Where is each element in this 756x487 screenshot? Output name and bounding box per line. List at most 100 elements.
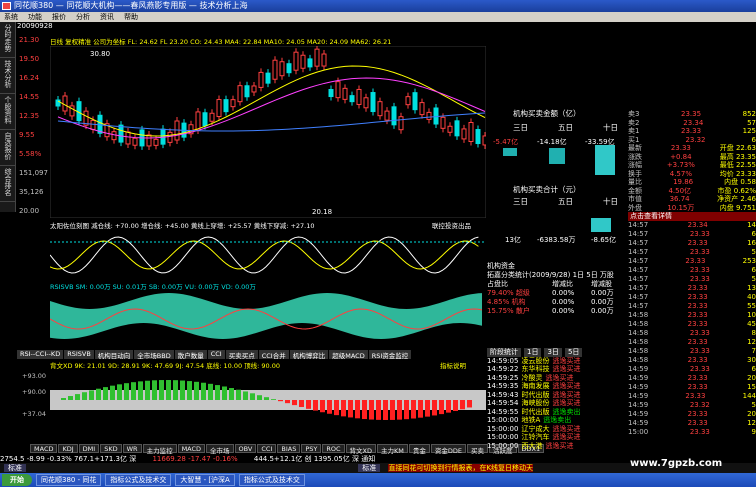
indicator-tab[interactable]: 机构目动向: [94, 350, 134, 360]
menu-item[interactable]: 资讯: [100, 12, 114, 22]
funds-row: 占盘比 增减比 增减股: [487, 280, 627, 289]
candle-body: [244, 85, 250, 98]
alert-row[interactable]: 14:59:22 东华科技 逃逸买进: [487, 365, 627, 374]
bottom-tab[interactable]: 主力KM: [377, 444, 408, 455]
standard-button[interactable]: 标准: [4, 464, 26, 472]
side-tab[interactable]: 分时走势: [0, 22, 16, 58]
bottom-tab[interactable]: 主力监控: [142, 444, 177, 455]
bottom-tab[interactable]: PSY: [301, 444, 322, 453]
alert-cell: 14:59:35: [487, 382, 519, 390]
bottom-tab[interactable]: MACD: [177, 444, 206, 453]
menu-item[interactable]: 帮助: [124, 12, 138, 22]
alert-header-tab[interactable]: 3日: [544, 348, 562, 357]
bottom-tab[interactable]: 背文XD: [345, 444, 376, 455]
tick-list[interactable]: 点击查看详情 14:57 23.34 14 14:57 23.33 6 14:57 23.33…: [628, 212, 756, 444]
menu-item[interactable]: 功能: [28, 12, 42, 22]
fund-flow-panel: 机构资金 拓嘉分类统计(2009/9/28) 1日 5日 万股 占盘比 增减比 增减…: [487, 262, 627, 332]
bottom-tab[interactable]: DMI: [78, 444, 100, 453]
kdj-bar: [306, 400, 311, 409]
standard-button-2[interactable]: 标准: [358, 464, 381, 472]
taskbar-task[interactable]: 同花顺380 - 同花: [36, 474, 102, 486]
menu-item[interactable]: 报价: [52, 12, 66, 22]
taskbar-task[interactable]: 指标公式及技术交: [105, 474, 172, 486]
bottom-tab[interactable]: 买卖: [467, 444, 488, 455]
taskbar-task[interactable]: 大智慧 - [沪深A: [175, 474, 235, 486]
alert-row[interactable]: 15:00:00 西大港 逃逸买进: [487, 442, 627, 451]
indicator-tab[interactable]: CCI合并: [258, 350, 289, 360]
bottom-tab[interactable]: ROC: [322, 444, 345, 453]
bottom-tab[interactable]: WR: [122, 444, 142, 453]
bottom-tab[interactable]: 贵金: [408, 444, 430, 455]
candle-body: [363, 97, 369, 109]
bottom-tab[interactable]: CCI: [257, 444, 277, 453]
kdj-bar: [299, 400, 304, 408]
alert-row[interactable]: 15:00:00 江铃汽车 逃逸买进: [487, 433, 627, 442]
start-button[interactable]: 开始: [2, 474, 32, 486]
indicator-tab[interactable]: 超级MACD: [329, 350, 368, 360]
tick-cell: 8: [751, 329, 756, 337]
alert-header-tab[interactable]: 阶段统计: [487, 348, 521, 357]
indicator-tab[interactable]: RSI资金监控: [368, 350, 412, 360]
kdj-bar: [103, 387, 108, 400]
menu-item[interactable]: 分析: [76, 12, 90, 22]
tick-title[interactable]: 点击查看详情: [628, 212, 756, 221]
inst-total-title: 机构买卖合计（元）: [513, 185, 581, 194]
quote-cell: 卖2: [628, 118, 640, 127]
tick-cell: 16: [747, 239, 756, 247]
funds-title: 机构资金: [487, 262, 515, 270]
bottom-tab[interactable]: 全市场: [206, 444, 234, 455]
candle-body: [279, 61, 285, 77]
tick-cell: 14:59: [628, 401, 649, 409]
kline-chart[interactable]: 30.80 20.18: [50, 46, 486, 218]
bottom-tab[interactable]: KDJ: [58, 444, 78, 453]
tick-cell: 14:59: [628, 383, 649, 391]
alert-row[interactable]: 14:59:55 时代出版 逃逸卖出: [487, 408, 627, 417]
bottom-tab[interactable]: 资金DDE: [430, 444, 466, 455]
kdj-bar: [327, 400, 332, 414]
alert-row[interactable]: 14:59:05 凌云股份 逃逸买进: [487, 357, 627, 366]
alert-cell: 冷酸灵: [521, 373, 543, 382]
indicator-tab[interactable]: 散户数量: [174, 350, 207, 360]
kdj-bar: [313, 400, 318, 411]
tick-cell: 14:59: [628, 419, 649, 427]
alert-row[interactable]: 15:00:00 地铁A 逃逸卖出: [487, 416, 627, 425]
taskbar-task[interactable]: 指标公式及技术交: [238, 474, 305, 486]
kdj-indicator[interactable]: [50, 370, 486, 443]
rsi-indicator[interactable]: [50, 291, 486, 348]
indicator-tab[interactable]: RSISVB: [64, 350, 94, 359]
side-tab[interactable]: 自选报价: [0, 130, 16, 166]
side-tab[interactable]: 综合排名: [0, 166, 16, 202]
tick-cell: 23.33: [685, 257, 706, 265]
alert-row[interactable]: 14:59:43 时代出版 逃逸买进: [487, 391, 627, 400]
indicator-tab[interactable]: 全市场BBD: [134, 350, 174, 360]
kdj-bar: [264, 397, 269, 400]
indicator-tab[interactable]: 机构博弈比: [289, 350, 329, 360]
alert-header-tab[interactable]: 5日: [564, 348, 583, 357]
candle-body: [195, 111, 201, 131]
app-icon: [2, 2, 11, 10]
indicator-tab[interactable]: RSI--CCI--KD: [17, 350, 64, 359]
tick-cell: 23.33: [689, 230, 710, 238]
quote-row: 卖3 23.35 852: [628, 110, 756, 119]
candle-body: [307, 58, 313, 68]
bottom-tab[interactable]: MACD: [30, 444, 58, 453]
alert-cell: 14:59:05: [487, 356, 519, 365]
bottom-tab[interactable]: SKD: [100, 444, 122, 453]
sun-indicator[interactable]: [50, 230, 486, 280]
side-tab[interactable]: 个股资料: [0, 94, 16, 130]
kdj-bar: [75, 394, 80, 400]
funds-row: 79.40% 超级 0.00% 0.00万: [487, 289, 627, 298]
bottom-tab[interactable]: OBV: [234, 444, 257, 453]
alert-row[interactable]: 14:59:54 海峡股份 逃逸买进: [487, 399, 627, 408]
tick-row: 14:57 23.33 40: [628, 293, 756, 302]
bottom-tab[interactable]: BIAS: [277, 444, 301, 453]
tick-cell: 23.33: [689, 248, 710, 256]
side-tab[interactable]: 技术分析: [0, 58, 16, 94]
alert-row[interactable]: 14:59:25 冷酸灵 逃逸买进: [487, 374, 627, 383]
alert-header-tab[interactable]: 1日: [524, 348, 542, 357]
menu-item[interactable]: 系统: [4, 12, 18, 22]
alert-row[interactable]: 14:59:35 海南发展 逃逸买进: [487, 382, 627, 391]
alert-row[interactable]: 15:00:00 辽宁成大 逃逸买进: [487, 425, 627, 434]
indicator-tab[interactable]: CCI: [207, 350, 225, 359]
indicator-tab[interactable]: 买卖买点: [225, 350, 258, 360]
